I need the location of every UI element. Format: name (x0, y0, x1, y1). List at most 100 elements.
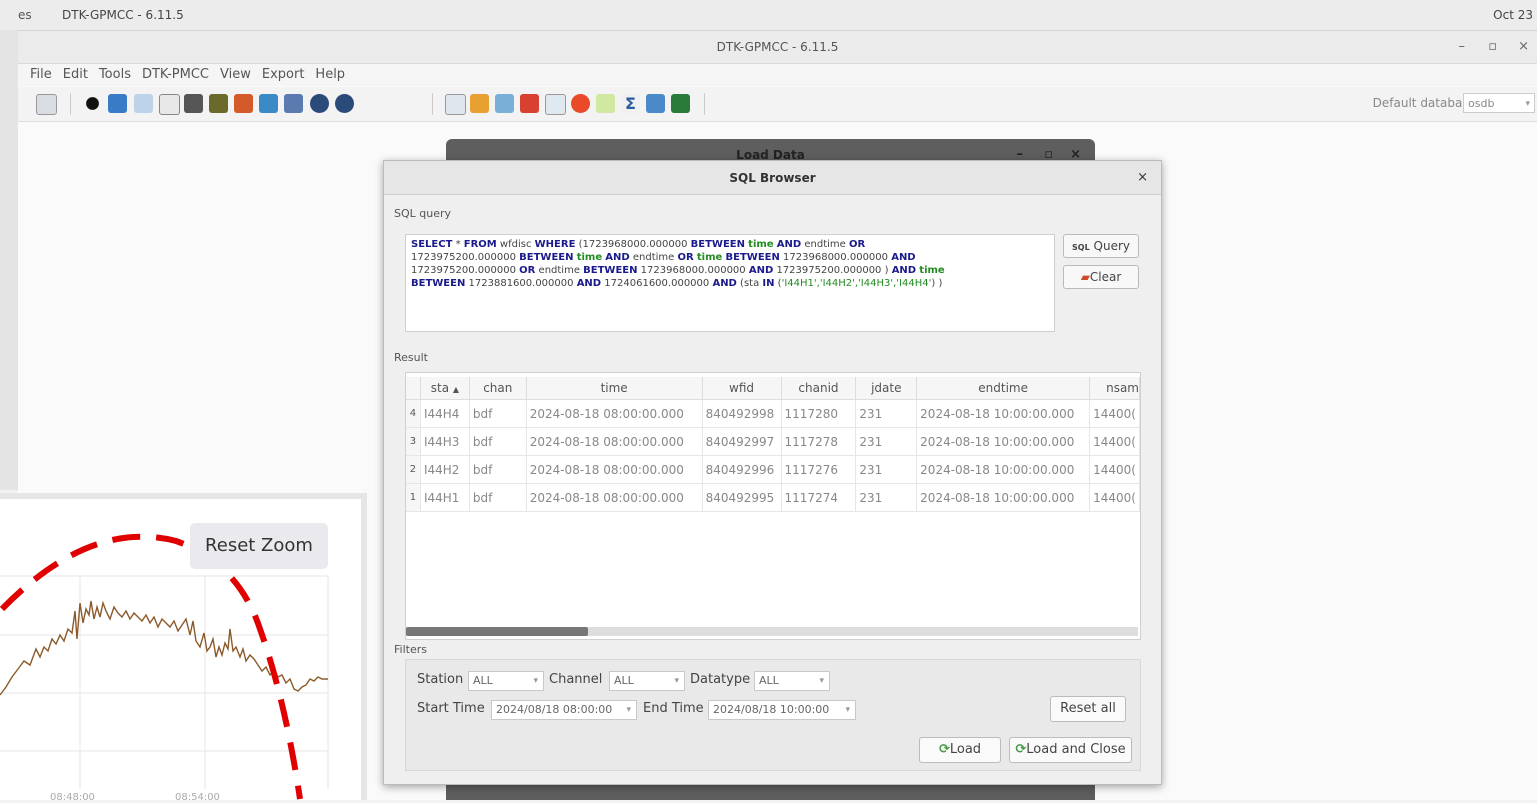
cell-sta[interactable]: I44H1 (420, 483, 470, 512)
column-header-chan[interactable]: chan (469, 377, 527, 400)
sql-browser-dialog: SQL Browser × SQL query SELECT * FROM wf… (383, 160, 1162, 785)
horizontal-scrollbar[interactable] (406, 627, 1138, 636)
cell-jdate[interactable]: 231 (855, 427, 918, 456)
table-row[interactable]: 3 I44H3 bdf 2024-08-18 08:00:00.000 8404… (406, 427, 1140, 456)
station-select[interactable]: ALL (468, 671, 544, 691)
plot-icon[interactable] (545, 94, 566, 115)
pie-chart-icon[interactable] (571, 94, 590, 113)
grid-icon[interactable] (495, 94, 514, 113)
cell-endtime[interactable]: 2024-08-18 10:00:00.000 (916, 427, 1091, 456)
chart-overlay-panel: Reset Zoom 08:48:00 08:54:00 (0, 493, 367, 803)
database-icon[interactable] (259, 94, 278, 113)
column-header-jdate[interactable]: jdate (855, 377, 918, 400)
cell-time[interactable]: 2024-08-18 08:00:00.000 (526, 483, 703, 512)
cell-wfid[interactable]: 840492996 (702, 455, 782, 484)
cell-chanid[interactable]: 1117280 (781, 399, 857, 428)
menu-tools[interactable]: Tools (99, 67, 131, 82)
bar-chart-icon[interactable] (470, 94, 489, 113)
cell-jdate[interactable]: 231 (855, 399, 918, 428)
activities-label[interactable]: es (18, 8, 32, 22)
lines-icon[interactable] (445, 94, 466, 115)
cell-endtime[interactable]: 2024-08-18 10:00:00.000 (916, 483, 1091, 512)
load-button[interactable]: ⟳Load (919, 737, 1001, 763)
bug-icon[interactable] (83, 94, 102, 113)
cell-chanid[interactable]: 1117278 (781, 427, 857, 456)
maximize-button[interactable]: ▫ (1488, 39, 1497, 54)
menu-edit[interactable]: Edit (63, 67, 88, 82)
sum-icon[interactable]: Σ (621, 94, 640, 113)
end-time-input[interactable]: 2024/08/18 10:00:00 (708, 700, 856, 720)
table-row[interactable]: 2 I44H2 bdf 2024-08-18 08:00:00.000 8404… (406, 455, 1140, 484)
menu-help[interactable]: Help (315, 67, 345, 82)
cell-jdate[interactable]: 231 (855, 455, 918, 484)
x-tick-label: 08:48:00 (50, 792, 95, 803)
sql-browser-close-button[interactable]: × (1137, 170, 1148, 185)
cell-endtime[interactable]: 2024-08-18 10:00:00.000 (916, 455, 1091, 484)
globe-icon[interactable] (310, 94, 329, 113)
save-icon[interactable] (646, 94, 665, 113)
pen-icon[interactable] (36, 94, 57, 115)
cell-wfid[interactable]: 840492997 (702, 427, 782, 456)
cell-chanid[interactable]: 1117274 (781, 483, 857, 512)
column-header-nsamp[interactable]: nsam (1089, 377, 1140, 400)
cell-time[interactable]: 2024-08-18 08:00:00.000 (526, 399, 703, 428)
menu-dtk-pmcc[interactable]: DTK-PMCC (142, 67, 209, 82)
calendar-icon[interactable] (134, 94, 153, 113)
clock[interactable]: Oct 23 (1493, 8, 1533, 22)
cell-endtime[interactable]: 2024-08-18 10:00:00.000 (916, 399, 1091, 428)
menu-file[interactable]: File (30, 67, 52, 82)
close-button[interactable]: × (1518, 39, 1529, 54)
cell-wfid[interactable]: 840492998 (702, 399, 782, 428)
table-row[interactable]: 1 I44H1 bdf 2024-08-18 08:00:00.000 8404… (406, 483, 1140, 512)
menu-export[interactable]: Export (262, 67, 305, 82)
cell-chan[interactable]: bdf (469, 455, 527, 484)
cell-time[interactable]: 2024-08-18 08:00:00.000 (526, 427, 703, 456)
query-button[interactable]: SQL Query (1063, 234, 1139, 258)
waveform-icon[interactable] (159, 94, 180, 115)
datatype-select[interactable]: ALL (754, 671, 830, 691)
cell-time[interactable]: 2024-08-18 08:00:00.000 (526, 455, 703, 484)
sql-query-editor[interactable]: SELECT * FROM wfdisc WHERE (1723968000.0… (405, 234, 1055, 332)
column-header-chanid[interactable]: chanid (781, 377, 857, 400)
column-header-sta[interactable]: sta ▲ (420, 377, 470, 400)
column-header-wfid[interactable]: wfid (702, 377, 782, 400)
reset-zoom-button[interactable]: Reset Zoom (190, 523, 328, 569)
dtk-icon[interactable] (671, 94, 690, 113)
datatype-label: Datatype (690, 672, 751, 687)
cell-sta[interactable]: I44H4 (420, 399, 470, 428)
load-and-close-button[interactable]: ⟳Load and Close (1009, 737, 1132, 763)
channel-select[interactable]: ALL (609, 671, 685, 691)
app-menu-name[interactable]: DTK-GPMCC - 6.11.5 (62, 8, 184, 22)
cell-chan[interactable]: bdf (469, 483, 527, 512)
map-icon[interactable] (108, 94, 127, 113)
minimize-button[interactable]: – (1459, 39, 1466, 54)
scrollbar-thumb[interactable] (406, 627, 588, 636)
list-icon[interactable] (184, 94, 203, 113)
cell-sta[interactable]: I44H2 (420, 455, 470, 484)
cell-chan[interactable]: bdf (469, 399, 527, 428)
cell-jdate[interactable]: 231 (855, 483, 918, 512)
cell-nsamp[interactable]: 14400( (1089, 399, 1140, 428)
menu-view[interactable]: View (220, 67, 251, 82)
cell-nsamp[interactable]: 14400( (1089, 483, 1140, 512)
default-database-select[interactable]: osdb (1463, 93, 1535, 114)
reset-all-button[interactable]: Reset all (1050, 696, 1126, 722)
query-button-label: Query (1093, 239, 1130, 253)
column-header-time[interactable]: time (526, 377, 703, 400)
document-icon[interactable] (209, 94, 228, 113)
colormap-icon[interactable] (520, 94, 539, 113)
cell-chan[interactable]: bdf (469, 427, 527, 456)
start-time-input[interactable]: 2024/08/18 08:00:00 (491, 700, 637, 720)
column-header-endtime[interactable]: endtime (916, 377, 1091, 400)
cell-nsamp[interactable]: 14400( (1089, 455, 1140, 484)
trend-icon[interactable] (596, 94, 615, 113)
cell-chanid[interactable]: 1117276 (781, 455, 857, 484)
cell-nsamp[interactable]: 14400( (1089, 427, 1140, 456)
table-row[interactable]: 4 I44H4 bdf 2024-08-18 08:00:00.000 8404… (406, 399, 1140, 428)
cell-sta[interactable]: I44H3 (420, 427, 470, 456)
edit-icon[interactable] (234, 94, 253, 113)
clear-button[interactable]: ▰Clear (1063, 265, 1139, 289)
globe-alt-icon[interactable] (335, 94, 354, 113)
cell-wfid[interactable]: 840492995 (702, 483, 782, 512)
notes-icon[interactable] (284, 94, 303, 113)
